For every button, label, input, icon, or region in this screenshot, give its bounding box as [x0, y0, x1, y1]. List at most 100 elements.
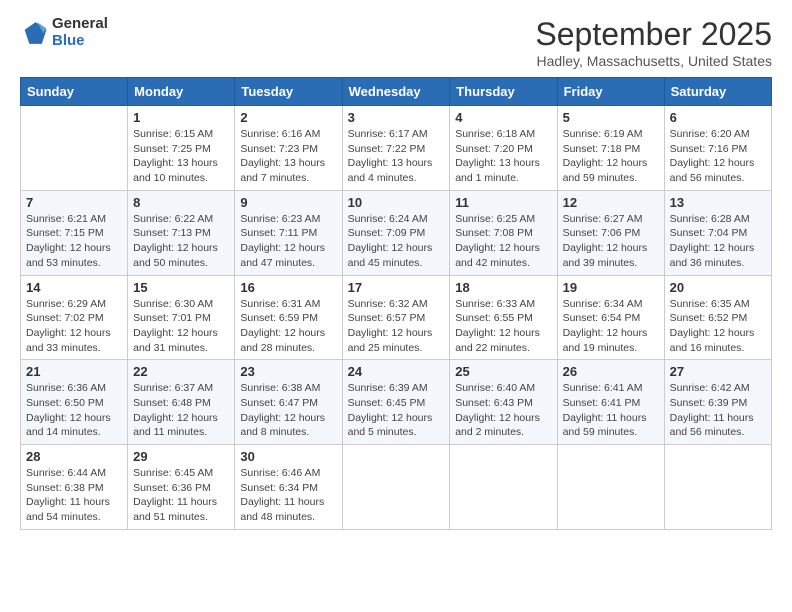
- calendar-cell: 12 Sunrise: 6:27 AMSunset: 7:06 PMDaylig…: [557, 190, 664, 275]
- day-number: 9: [240, 195, 336, 210]
- calendar-cell: [557, 445, 664, 530]
- day-info: Sunrise: 6:46 AMSunset: 6:34 PMDaylight:…: [240, 467, 324, 523]
- calendar-cell: 27 Sunrise: 6:42 AMSunset: 6:39 PMDaylig…: [664, 360, 771, 445]
- calendar-cell: 1 Sunrise: 6:15 AMSunset: 7:25 PMDayligh…: [128, 106, 235, 191]
- logo: General Blue: [20, 16, 108, 49]
- title-block: September 2025 Hadley, Massachusetts, Un…: [535, 16, 772, 69]
- calendar-cell: [664, 445, 771, 530]
- day-info: Sunrise: 6:41 AMSunset: 6:41 PMDaylight:…: [563, 382, 647, 438]
- day-number: 6: [670, 110, 766, 125]
- day-number: 19: [563, 280, 659, 295]
- calendar-cell: 11 Sunrise: 6:25 AMSunset: 7:08 PMDaylig…: [450, 190, 557, 275]
- page-header: General Blue September 2025 Hadley, Mass…: [20, 16, 772, 69]
- day-info: Sunrise: 6:17 AMSunset: 7:22 PMDaylight:…: [348, 128, 433, 184]
- calendar-cell: 22 Sunrise: 6:37 AMSunset: 6:48 PMDaylig…: [128, 360, 235, 445]
- day-info: Sunrise: 6:37 AMSunset: 6:48 PMDaylight:…: [133, 382, 218, 438]
- day-number: 21: [26, 364, 122, 379]
- day-info: Sunrise: 6:15 AMSunset: 7:25 PMDaylight:…: [133, 128, 218, 184]
- logo-icon: [20, 19, 48, 47]
- calendar-cell: 14 Sunrise: 6:29 AMSunset: 7:02 PMDaylig…: [21, 275, 128, 360]
- day-info: Sunrise: 6:33 AMSunset: 6:55 PMDaylight:…: [455, 298, 540, 354]
- day-number: 20: [670, 280, 766, 295]
- calendar-header-row: SundayMondayTuesdayWednesdayThursdayFrid…: [21, 78, 772, 106]
- calendar-cell: 6 Sunrise: 6:20 AMSunset: 7:16 PMDayligh…: [664, 106, 771, 191]
- day-info: Sunrise: 6:35 AMSunset: 6:52 PMDaylight:…: [670, 298, 755, 354]
- calendar-cell: 23 Sunrise: 6:38 AMSunset: 6:47 PMDaylig…: [235, 360, 342, 445]
- day-number: 22: [133, 364, 229, 379]
- day-info: Sunrise: 6:27 AMSunset: 7:06 PMDaylight:…: [563, 213, 648, 269]
- calendar-cell: 9 Sunrise: 6:23 AMSunset: 7:11 PMDayligh…: [235, 190, 342, 275]
- day-number: 8: [133, 195, 229, 210]
- day-info: Sunrise: 6:44 AMSunset: 6:38 PMDaylight:…: [26, 467, 110, 523]
- day-number: 16: [240, 280, 336, 295]
- calendar-cell: 26 Sunrise: 6:41 AMSunset: 6:41 PMDaylig…: [557, 360, 664, 445]
- calendar-week-row: 14 Sunrise: 6:29 AMSunset: 7:02 PMDaylig…: [21, 275, 772, 360]
- day-header-monday: Monday: [128, 78, 235, 106]
- day-info: Sunrise: 6:30 AMSunset: 7:01 PMDaylight:…: [133, 298, 218, 354]
- day-number: 30: [240, 449, 336, 464]
- calendar-cell: 10 Sunrise: 6:24 AMSunset: 7:09 PMDaylig…: [342, 190, 450, 275]
- calendar-week-row: 1 Sunrise: 6:15 AMSunset: 7:25 PMDayligh…: [21, 106, 772, 191]
- day-info: Sunrise: 6:42 AMSunset: 6:39 PMDaylight:…: [670, 382, 754, 438]
- day-number: 14: [26, 280, 122, 295]
- day-info: Sunrise: 6:28 AMSunset: 7:04 PMDaylight:…: [670, 213, 755, 269]
- day-number: 23: [240, 364, 336, 379]
- day-info: Sunrise: 6:38 AMSunset: 6:47 PMDaylight:…: [240, 382, 325, 438]
- calendar-cell: 13 Sunrise: 6:28 AMSunset: 7:04 PMDaylig…: [664, 190, 771, 275]
- calendar-cell: 15 Sunrise: 6:30 AMSunset: 7:01 PMDaylig…: [128, 275, 235, 360]
- calendar-cell: 24 Sunrise: 6:39 AMSunset: 6:45 PMDaylig…: [342, 360, 450, 445]
- day-info: Sunrise: 6:45 AMSunset: 6:36 PMDaylight:…: [133, 467, 217, 523]
- calendar-cell: 20 Sunrise: 6:35 AMSunset: 6:52 PMDaylig…: [664, 275, 771, 360]
- calendar-cell: 16 Sunrise: 6:31 AMSunset: 6:59 PMDaylig…: [235, 275, 342, 360]
- day-header-tuesday: Tuesday: [235, 78, 342, 106]
- day-info: Sunrise: 6:19 AMSunset: 7:18 PMDaylight:…: [563, 128, 648, 184]
- calendar-cell: 25 Sunrise: 6:40 AMSunset: 6:43 PMDaylig…: [450, 360, 557, 445]
- calendar-cell: 5 Sunrise: 6:19 AMSunset: 7:18 PMDayligh…: [557, 106, 664, 191]
- day-number: 12: [563, 195, 659, 210]
- logo-general: General: [52, 16, 108, 33]
- day-info: Sunrise: 6:34 AMSunset: 6:54 PMDaylight:…: [563, 298, 648, 354]
- day-header-saturday: Saturday: [664, 78, 771, 106]
- calendar-cell: 19 Sunrise: 6:34 AMSunset: 6:54 PMDaylig…: [557, 275, 664, 360]
- day-number: 28: [26, 449, 122, 464]
- calendar-cell: 28 Sunrise: 6:44 AMSunset: 6:38 PMDaylig…: [21, 445, 128, 530]
- day-header-sunday: Sunday: [21, 78, 128, 106]
- calendar-cell: 8 Sunrise: 6:22 AMSunset: 7:13 PMDayligh…: [128, 190, 235, 275]
- calendar-cell: 2 Sunrise: 6:16 AMSunset: 7:23 PMDayligh…: [235, 106, 342, 191]
- day-header-wednesday: Wednesday: [342, 78, 450, 106]
- day-number: 18: [455, 280, 551, 295]
- day-number: 7: [26, 195, 122, 210]
- day-info: Sunrise: 6:39 AMSunset: 6:45 PMDaylight:…: [348, 382, 433, 438]
- day-info: Sunrise: 6:32 AMSunset: 6:57 PMDaylight:…: [348, 298, 433, 354]
- calendar-cell: 30 Sunrise: 6:46 AMSunset: 6:34 PMDaylig…: [235, 445, 342, 530]
- day-number: 13: [670, 195, 766, 210]
- day-info: Sunrise: 6:18 AMSunset: 7:20 PMDaylight:…: [455, 128, 540, 184]
- calendar: SundayMondayTuesdayWednesdayThursdayFrid…: [20, 77, 772, 530]
- day-number: 25: [455, 364, 551, 379]
- location: Hadley, Massachusetts, United States: [535, 53, 772, 69]
- calendar-cell: [342, 445, 450, 530]
- day-info: Sunrise: 6:40 AMSunset: 6:43 PMDaylight:…: [455, 382, 540, 438]
- day-number: 5: [563, 110, 659, 125]
- day-info: Sunrise: 6:24 AMSunset: 7:09 PMDaylight:…: [348, 213, 433, 269]
- logo-text: General Blue: [52, 16, 108, 49]
- calendar-cell: 18 Sunrise: 6:33 AMSunset: 6:55 PMDaylig…: [450, 275, 557, 360]
- day-info: Sunrise: 6:22 AMSunset: 7:13 PMDaylight:…: [133, 213, 218, 269]
- day-info: Sunrise: 6:23 AMSunset: 7:11 PMDaylight:…: [240, 213, 325, 269]
- calendar-cell: 17 Sunrise: 6:32 AMSunset: 6:57 PMDaylig…: [342, 275, 450, 360]
- logo-blue: Blue: [52, 33, 108, 50]
- day-info: Sunrise: 6:31 AMSunset: 6:59 PMDaylight:…: [240, 298, 325, 354]
- calendar-cell: [21, 106, 128, 191]
- day-info: Sunrise: 6:25 AMSunset: 7:08 PMDaylight:…: [455, 213, 540, 269]
- day-number: 15: [133, 280, 229, 295]
- calendar-week-row: 7 Sunrise: 6:21 AMSunset: 7:15 PMDayligh…: [21, 190, 772, 275]
- day-number: 3: [348, 110, 445, 125]
- day-info: Sunrise: 6:29 AMSunset: 7:02 PMDaylight:…: [26, 298, 111, 354]
- day-number: 11: [455, 195, 551, 210]
- calendar-cell: 7 Sunrise: 6:21 AMSunset: 7:15 PMDayligh…: [21, 190, 128, 275]
- day-number: 4: [455, 110, 551, 125]
- day-number: 26: [563, 364, 659, 379]
- day-number: 24: [348, 364, 445, 379]
- calendar-cell: 4 Sunrise: 6:18 AMSunset: 7:20 PMDayligh…: [450, 106, 557, 191]
- day-number: 2: [240, 110, 336, 125]
